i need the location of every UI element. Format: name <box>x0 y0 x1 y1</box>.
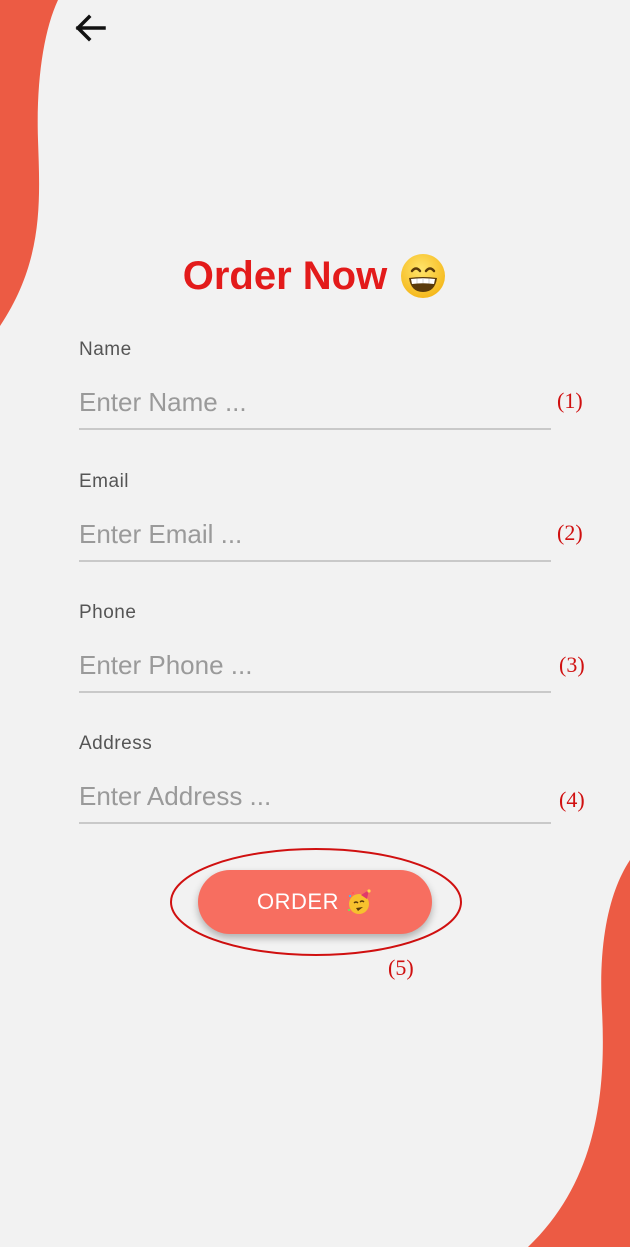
annotation-5: (5) <box>388 955 414 980</box>
annotation-2: (2) <box>557 520 583 545</box>
phone-input[interactable] <box>79 639 551 693</box>
back-button[interactable] <box>70 10 110 46</box>
email-input[interactable] <box>79 508 551 562</box>
order-button-label: ORDER <box>257 889 339 914</box>
email-label: Email <box>79 471 130 492</box>
bottom-right-blob-decoration <box>528 860 630 1247</box>
page-title: Order Now <box>0 252 630 300</box>
partying-face-icon <box>347 889 371 914</box>
name-field-group: Name <box>79 338 551 430</box>
order-screen: Order Now Name (1) Email (2) <box>0 0 630 1247</box>
annotation-1: (1) <box>557 388 583 413</box>
name-label: Name <box>79 339 132 360</box>
address-field-group: Address <box>79 732 551 824</box>
phone-field-group: Phone <box>79 601 551 693</box>
address-input[interactable] <box>79 770 551 824</box>
grinning-face-icon <box>401 254 446 298</box>
phone-label: Phone <box>79 602 137 623</box>
email-field-group: Email <box>79 470 551 562</box>
annotation-3: (3) <box>559 652 585 677</box>
annotation-4: (4) <box>559 787 585 812</box>
address-label: Address <box>79 733 153 754</box>
arrow-left-icon <box>75 14 106 42</box>
order-button[interactable]: ORDER <box>198 870 432 934</box>
name-input[interactable] <box>79 376 551 430</box>
page-title-text: Order Now <box>182 253 388 298</box>
